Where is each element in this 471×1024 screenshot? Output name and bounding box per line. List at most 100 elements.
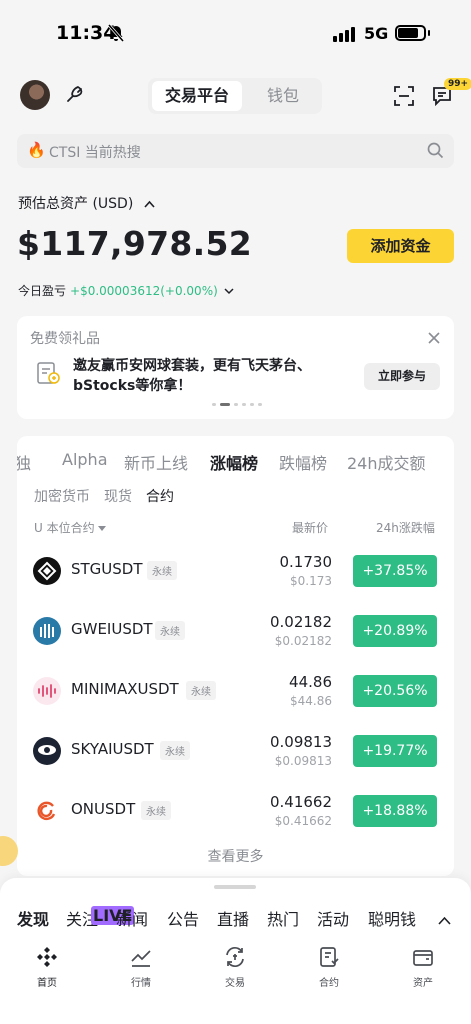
row-price: 0.1730 — [279, 553, 333, 571]
nav-label: 合约 — [319, 978, 339, 989]
join-now-button[interactable]: 立即参与 — [364, 363, 440, 390]
feed-tab-events[interactable]: 活动 — [317, 906, 349, 930]
nav-markets[interactable]: 行情 — [111, 946, 171, 989]
today-pnl[interactable]: 今日盈亏 +$0.00003612(+0.00%) — [18, 282, 234, 299]
table-row[interactable]: SKYAIUSDT 永续 0.09813 $0.09813 +19.77% — [17, 727, 454, 777]
table-row[interactable]: GWEIUSDT 永续 0.02182 $0.02182 +20.89% — [17, 607, 454, 657]
row-usd-price: $0.41662 — [274, 814, 332, 828]
floating-emoji-icon[interactable] — [0, 836, 18, 866]
subtab-futures[interactable]: 合约 — [146, 489, 174, 505]
bell-off-icon — [107, 24, 125, 46]
search-bar[interactable]: 🔥 CTSI 当前热搜 — [17, 134, 454, 168]
feed-tab-live[interactable]: 直播 — [217, 906, 249, 930]
carousel-dots — [212, 403, 262, 406]
feed-tab-smart-money[interactable]: 聪明钱 — [368, 906, 416, 930]
top-header: 交易平台 钱包 99+ — [0, 76, 471, 116]
perpetual-tag: 永续 — [147, 561, 177, 580]
caret-down-icon — [98, 521, 107, 535]
promo-description: 邀友赢币安网球套装，更有飞天茅台、bStocks等你拿！ — [73, 358, 311, 394]
tab-wallet[interactable]: 钱包 — [248, 81, 318, 111]
market-tab-gainers[interactable]: 涨幅榜 — [210, 450, 258, 474]
row-price: 0.09813 — [269, 733, 332, 751]
market-tab-new-listings[interactable]: 新币上线 — [124, 450, 188, 474]
table-row[interactable]: STGUSDT 永续 0.1730 $0.173 +37.85% — [17, 547, 454, 597]
row-symbol: ONUSDT — [71, 800, 136, 818]
carousel-dot — [234, 403, 238, 406]
row-usd-price: $44.86 — [290, 694, 332, 708]
row-price: 0.02182 — [269, 613, 332, 631]
contract-filter-label: U 本位合约 — [34, 521, 95, 535]
promo-card[interactable]: 免费领礼品 邀友赢币安网球套装，更有飞天茅台、bStocks等你拿！ 立即参与 — [17, 316, 454, 419]
gift-icon — [35, 360, 61, 386]
row-usd-price: $0.02182 — [274, 634, 332, 648]
promo-title: 免费领礼品 — [30, 331, 100, 347]
battery-icon — [395, 25, 426, 41]
market-subtabs: 加密货币 现货 合约 — [34, 486, 188, 506]
nav-futures[interactable]: 合约 — [299, 946, 359, 989]
tab-exchange[interactable]: 交易平台 — [152, 81, 242, 111]
col-header-change: 24h涨跌幅 — [376, 521, 435, 535]
row-change: +20.89% — [353, 615, 437, 647]
trade-icon — [226, 946, 244, 968]
scan-icon[interactable] — [394, 86, 414, 110]
nav-assets[interactable]: 资产 — [393, 946, 453, 989]
total-balance: $117,978.52 — [17, 224, 253, 263]
contract-filter[interactable]: U 本位合约 — [34, 519, 107, 536]
status-bar: 11:34 5G — [0, 0, 471, 70]
nav-label: 首页 — [37, 978, 57, 989]
feed-tab-hot[interactable]: 热门 — [267, 906, 299, 930]
network-type: 5G — [364, 24, 389, 43]
notification-badge: 99+ — [444, 78, 471, 90]
market-tabs: 独 Alpha 新币上线 涨幅榜 跌幅榜 24h成交额 — [17, 450, 454, 476]
markets-icon — [131, 950, 151, 967]
stg-coin-icon — [33, 557, 61, 585]
nav-trade[interactable]: 交易 — [205, 946, 265, 989]
market-tab-alpha[interactable]: Alpha — [62, 450, 108, 469]
nav-home[interactable]: 首页 — [17, 946, 77, 989]
subtab-spot[interactable]: 现货 — [104, 489, 132, 505]
market-tab-losers[interactable]: 跌幅榜 — [279, 450, 327, 474]
perpetual-tag: 永续 — [186, 681, 216, 700]
signal-icon — [333, 26, 355, 42]
subtab-crypto[interactable]: 加密货币 — [34, 489, 90, 505]
chevron-down-icon — [224, 284, 234, 298]
search-icon[interactable] — [427, 142, 444, 163]
table-row[interactable]: MINIMAXUSDT 永续 44.86 $44.86 +20.56% — [17, 667, 454, 717]
battery-tip — [428, 30, 430, 36]
row-change: +19.77% — [353, 735, 437, 767]
nav-label: 行情 — [131, 978, 151, 989]
perpetual-tag: 永续 — [160, 741, 190, 760]
mode-switch: 交易平台 钱包 — [148, 78, 322, 114]
futures-icon — [320, 947, 339, 967]
row-price: 0.41662 — [269, 793, 332, 811]
market-tab-volume[interactable]: 24h成交额 — [347, 450, 426, 474]
row-symbol: SKYAIUSDT — [71, 740, 154, 758]
close-icon[interactable] — [428, 329, 440, 348]
guide-icon[interactable] — [64, 82, 88, 110]
row-change: +20.56% — [353, 675, 437, 707]
estimated-assets-label[interactable]: 预估总资产 (USD) — [18, 193, 155, 213]
chevron-up-icon[interactable] — [438, 910, 451, 929]
market-tab[interactable]: 独 — [17, 450, 31, 474]
home-icon — [37, 947, 57, 967]
feed-tab-announcements[interactable]: 公告 — [167, 906, 199, 930]
row-symbol: STGUSDT — [71, 560, 143, 578]
market-card: 独 Alpha 新币上线 涨幅榜 跌幅榜 24h成交额 加密货币 现货 合约 U 本… — [17, 436, 454, 876]
drag-handle[interactable] — [214, 885, 256, 889]
row-change: +18.88% — [353, 795, 437, 827]
feed-tab-discover[interactable]: 发现 — [17, 906, 49, 930]
nav-label: 资产 — [413, 978, 433, 989]
add-funds-button[interactable]: 添加资金 — [347, 229, 454, 263]
on-coin-icon — [33, 797, 61, 825]
avatar[interactable] — [20, 80, 50, 110]
view-more-link[interactable]: 查看更多 — [17, 846, 454, 866]
bottom-sheet: 发现 关注 LIVE 新闻 公告 直播 热门 活动 聪明钱 首页 行情 交易 合… — [0, 878, 471, 1024]
skyai-coin-icon — [33, 737, 61, 765]
carousel-dot-active — [220, 403, 230, 406]
row-price: 44.86 — [289, 673, 332, 691]
pnl-label: 今日盈亏 — [18, 284, 67, 298]
carousel-dot — [258, 403, 262, 406]
feed-tab-news[interactable]: 新闻 — [116, 906, 148, 930]
carousel-dot — [212, 403, 216, 406]
table-row[interactable]: ONUSDT 永续 0.41662 $0.41662 +18.88% — [17, 787, 454, 837]
